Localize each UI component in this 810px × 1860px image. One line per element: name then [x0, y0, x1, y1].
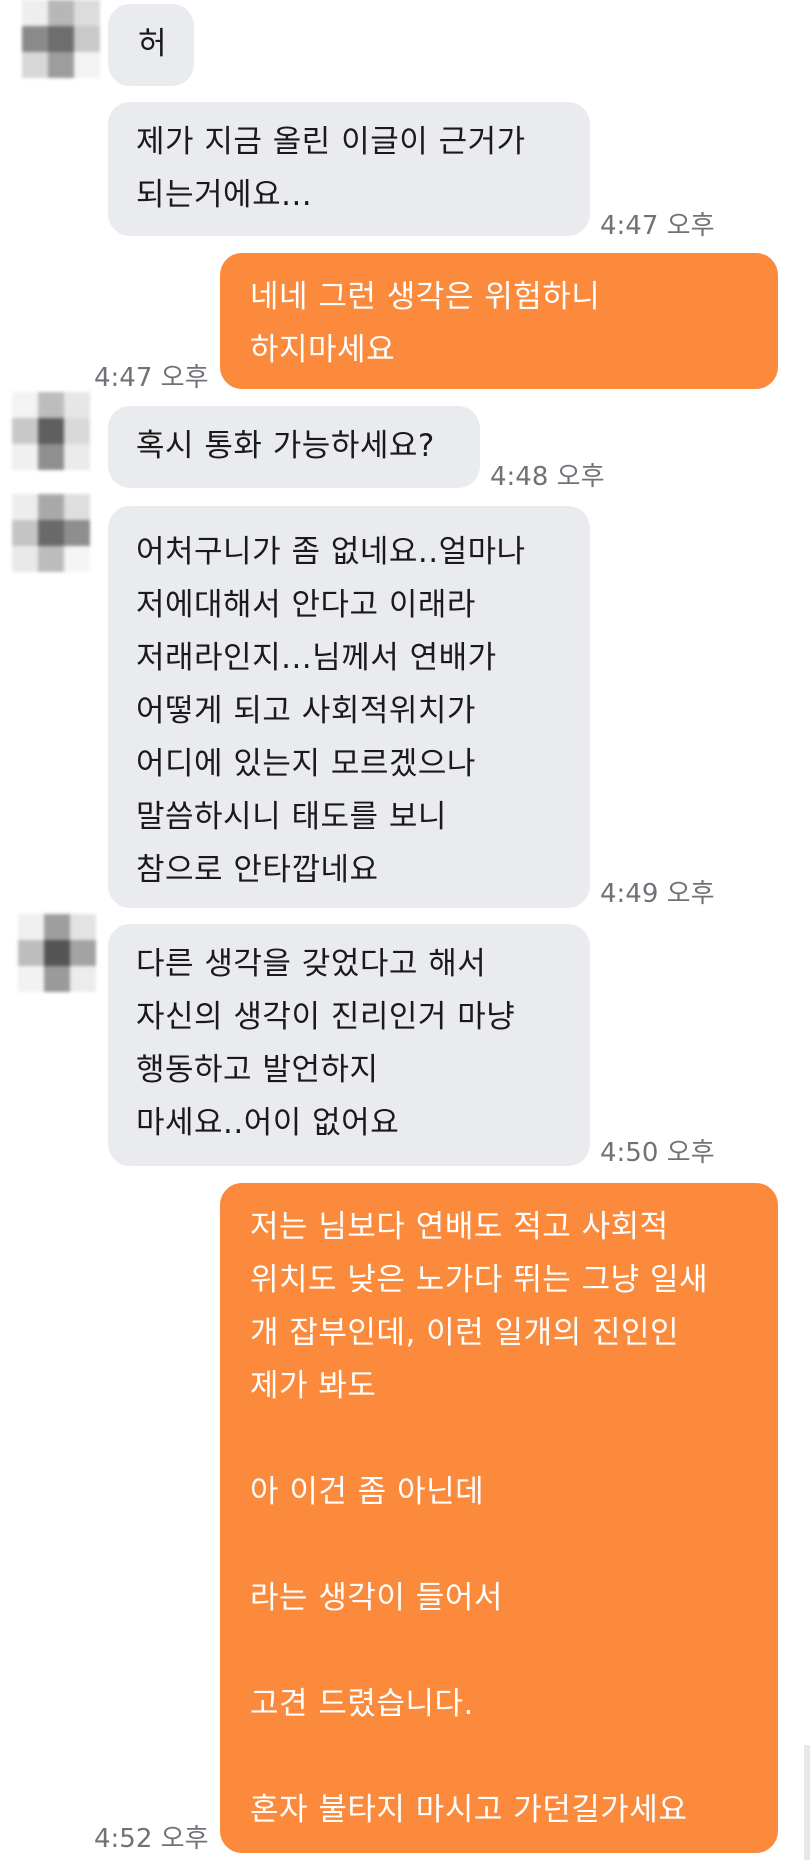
message-bubble-outgoing[interactable]: 저는 님보다 연배도 적고 사회적 위치도 낮은 노가다 뛰는 그냥 일새 개 … [220, 1183, 778, 1853]
message-bubble-incoming[interactable]: 어처구니가 좀 없네요..얼마나 저에대해서 안다고 이래라 저래라인지...님… [108, 506, 590, 908]
avatar[interactable] [12, 494, 90, 572]
message-timestamp: 4:47 오후 [94, 363, 209, 393]
chat-thread: 허 제가 지금 올린 이글이 근거가 되는거에요... 4:47 오후 네네 그… [0, 0, 810, 1860]
message-timestamp: 4:50 오후 [600, 1138, 715, 1168]
message-bubble-incoming[interactable]: 혹시 통화 가능하세요? [108, 406, 480, 488]
message-bubble-incoming[interactable]: 다른 생각을 갖었다고 해서 자신의 생각이 진리인거 마냥 행동하고 발언하지… [108, 924, 590, 1166]
message-bubble-incoming[interactable]: 제가 지금 올린 이글이 근거가 되는거에요... [108, 102, 590, 236]
message-bubble-outgoing[interactable]: 네네 그런 생각은 위험하니 하지마세요 [220, 253, 778, 389]
message-timestamp: 4:52 오후 [94, 1824, 209, 1854]
avatar[interactable] [12, 392, 90, 470]
message-timestamp: 4:48 오후 [490, 462, 605, 492]
avatar[interactable] [18, 914, 96, 992]
message-bubble-incoming[interactable]: 허 [108, 4, 194, 86]
message-timestamp: 4:49 오후 [600, 879, 715, 909]
message-timestamp: 4:47 오후 [600, 211, 715, 241]
avatar[interactable] [22, 0, 100, 78]
scroll-edge [804, 1745, 810, 1860]
